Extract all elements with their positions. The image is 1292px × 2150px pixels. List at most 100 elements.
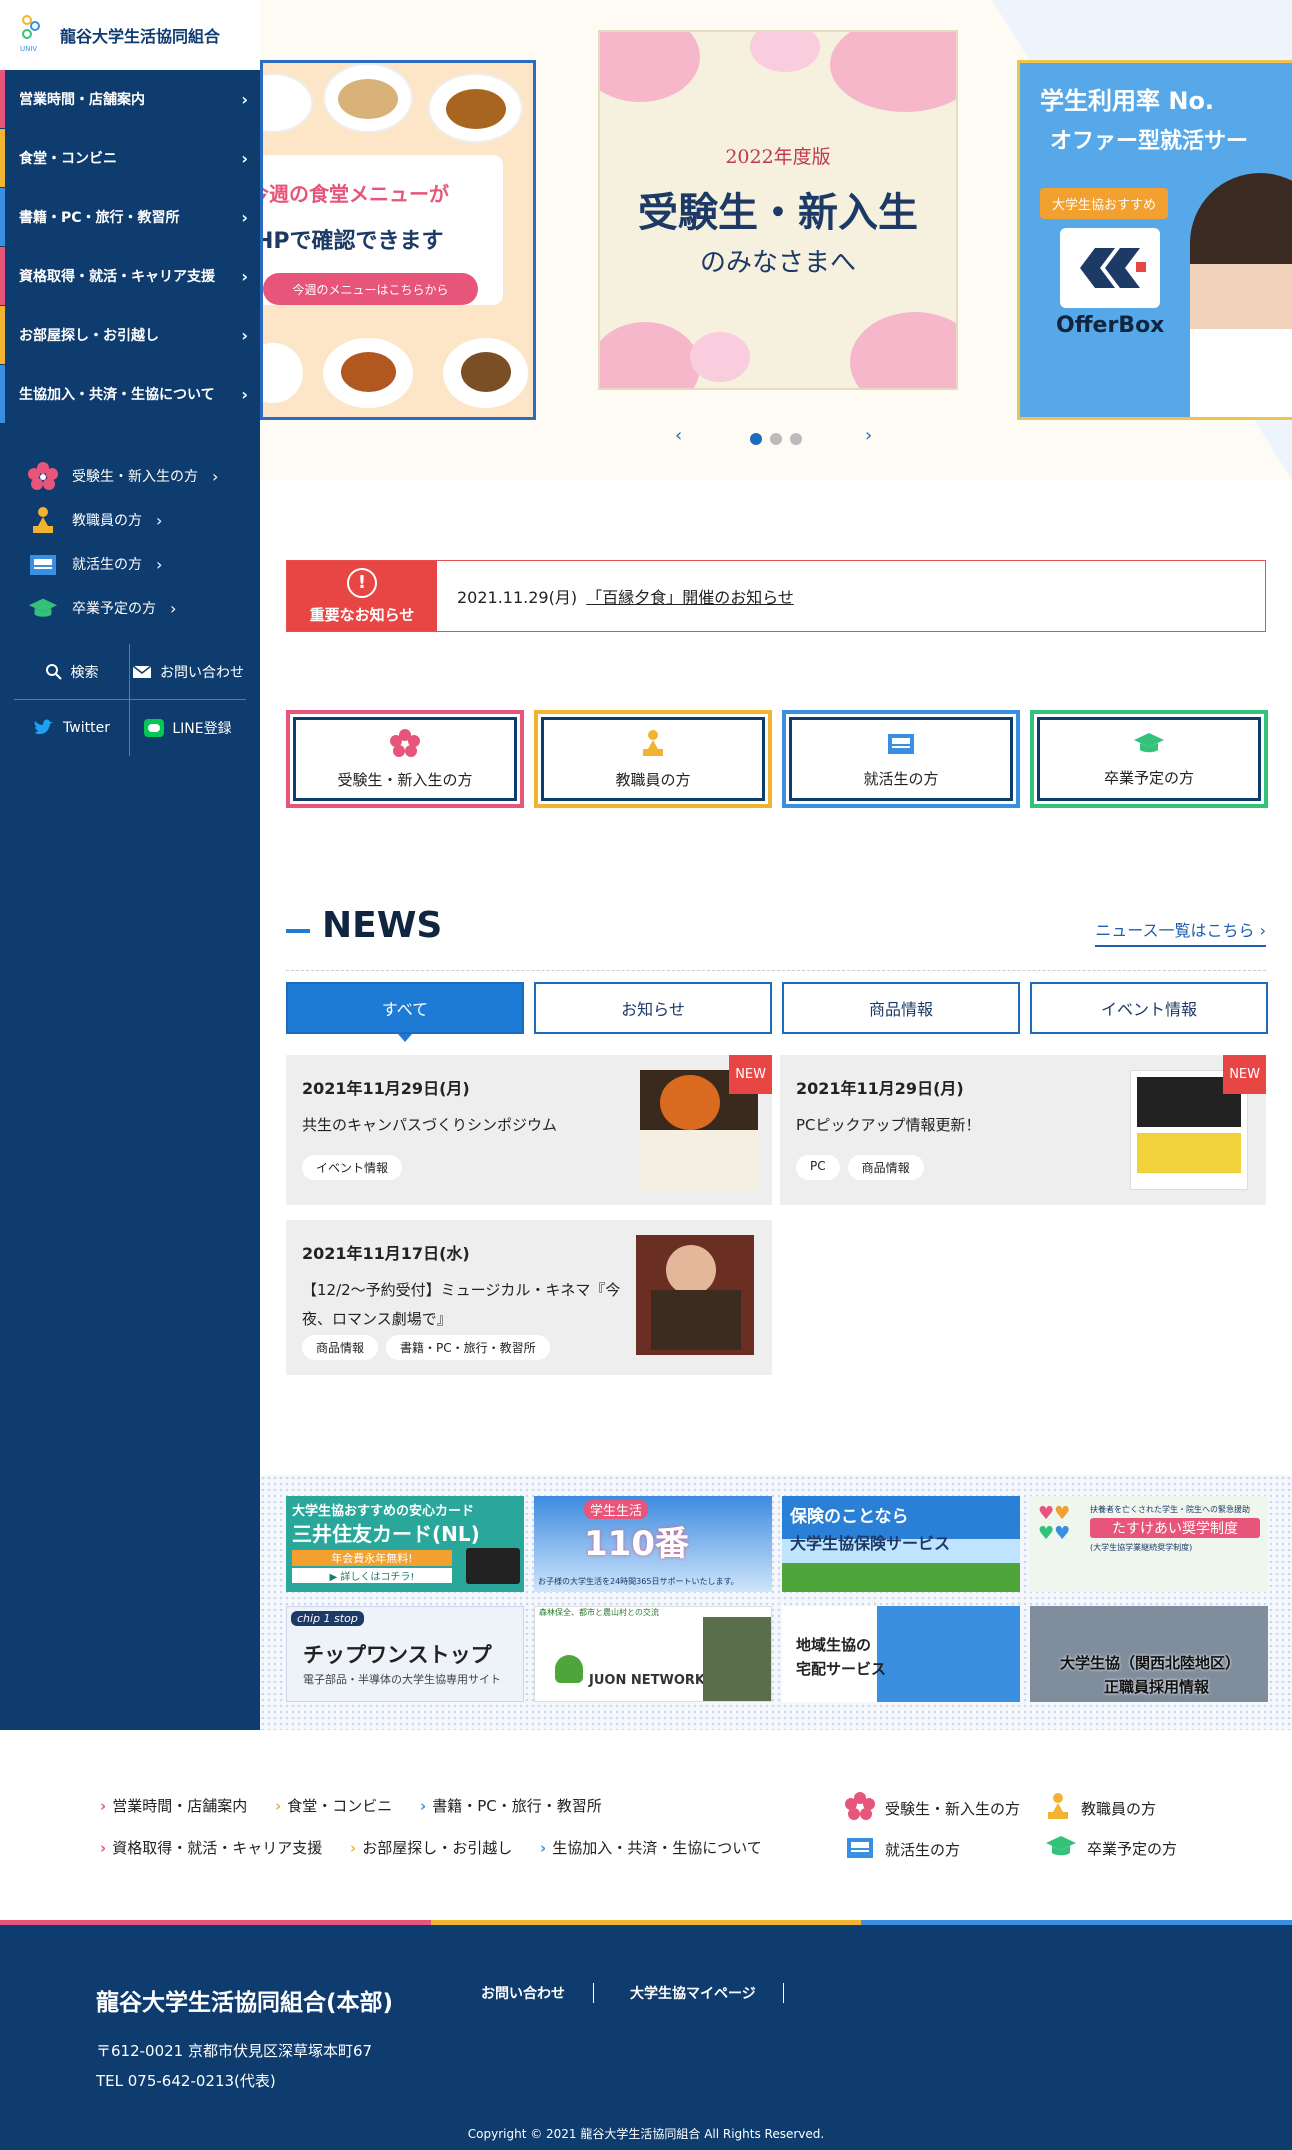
sidebar-category-item[interactable]: 資格取得・就活・キャリア支援 › <box>0 247 260 305</box>
news-tab[interactable]: イベント情報 <box>1030 982 1268 1034</box>
footer-contact-link[interactable]: お問い合わせ <box>481 1983 565 2003</box>
sidebar-user-label: 教職員の方 <box>72 513 142 529</box>
carousel-next-arrow[interactable]: › <box>865 425 872 446</box>
sidebar-category-item[interactable]: お部屋探し・お引越し › <box>0 306 260 364</box>
news-tag[interactable]: 商品情報 <box>302 1335 379 1360</box>
chevron-right-icon: › <box>241 148 248 168</box>
footer-link-label: 資格取得・就活・キャリア支援 <box>112 1839 323 1857</box>
banner-delivery[interactable]: 地域生協の 宅配サービス <box>782 1606 1020 1702</box>
footer-user-link[interactable]: 教職員の方 <box>1045 1792 1156 1824</box>
footer-link-label: お部屋探し・お引越し <box>362 1839 513 1857</box>
news-tab[interactable]: すべて <box>286 982 524 1034</box>
exclamation-icon: ! <box>347 567 377 598</box>
carousel-dot[interactable] <box>790 433 802 445</box>
chevron-right-icon: › <box>241 325 248 345</box>
briefcase-icon <box>845 1834 875 1864</box>
user-type-button[interactable]: 教職員の方 <box>534 710 772 808</box>
footer-user-label: 就活生の方 <box>885 1840 961 1859</box>
banner-text: 大学生協おすすめの安心カード <box>292 1504 475 1519</box>
news-tab[interactable]: お知らせ <box>534 982 772 1034</box>
news-more-link[interactable]: ニュース一覧はこちら › <box>1095 917 1266 947</box>
search-button[interactable]: 検索 <box>14 644 130 700</box>
footer-link[interactable]: › 書籍・PC・旅行・教習所 <box>420 1795 602 1816</box>
sidebar-category-label: 資格取得・就活・キャリア支援 <box>19 269 215 285</box>
footer-mypage-link[interactable]: 大学生協マイページ <box>630 1983 756 2003</box>
sidebar-category-label: 生協加入・共済・生協について <box>19 387 215 403</box>
news-tag[interactable]: 書籍・PC・旅行・教習所 <box>386 1335 550 1360</box>
footer-user-link[interactable]: 卒業予定の方 <box>1045 1834 1177 1862</box>
slide-right-brand: OfferBox <box>1056 313 1165 338</box>
sidebar-category-item[interactable]: 書籍・PC・旅行・教習所 › <box>0 188 260 246</box>
banner-scholarship[interactable]: 扶養者を亡くされた学生・院生への緊急援助 たすけあい奨学制度 (大学生協学業継続… <box>1030 1496 1268 1592</box>
news-card[interactable]: 2021年11月29日(月) PCピックアップ情報更新！ PC 商品情報 NEW <box>780 1055 1266 1205</box>
contact-button[interactable]: お問い合わせ <box>130 644 246 700</box>
carousel-dot[interactable] <box>750 433 762 445</box>
footer-link[interactable]: › お部屋探し・お引越し <box>350 1837 512 1858</box>
footer-user-label: 卒業予定の方 <box>1087 1839 1178 1858</box>
chevron-right-icon: › <box>156 554 163 574</box>
banner-text: 正職員採用情報 <box>1104 1678 1210 1696</box>
site-logo[interactable]: UNIV 龍谷大学生活協同組合 <box>0 0 260 70</box>
news-card[interactable]: 2021年11月17日(水) 【12/2〜予約受付】ミュージカル・キネマ『今夜、… <box>286 1220 772 1375</box>
user-type-button[interactable]: 就活生の方 <box>782 710 1020 808</box>
footer-link[interactable]: › 食堂・コンビニ <box>275 1795 392 1816</box>
user-type-button[interactable]: 受験生・新入生の方 <box>286 710 524 808</box>
important-notice-item: 2021.11.29(月) 「百縁夕食」開催のお知らせ <box>437 584 794 608</box>
footer-link[interactable]: › 営業時間・店舗案内 <box>100 1795 247 1816</box>
news-card[interactable]: 2021年11月29日(月) 共生のキャンパスづくりシンポジウム イベント情報 … <box>286 1055 772 1205</box>
important-notice-link[interactable]: 「百縁夕食」開催のお知らせ <box>586 588 794 607</box>
news-tag[interactable]: PC <box>796 1155 840 1180</box>
contact-label: お問い合わせ <box>160 664 244 681</box>
sidebar-user-item[interactable]: 受験生・新入生の方 › <box>0 454 260 498</box>
line-button[interactable]: LINE登録 <box>130 700 246 756</box>
banner-text: チップワンストップ <box>303 1643 492 1667</box>
banner-text: JUON NETWORK <box>589 1673 705 1688</box>
slide-left-button[interactable]: 今週のメニューはこちらから <box>263 273 478 305</box>
sidebar-user-label: 卒業予定の方 <box>72 601 156 617</box>
sidebar-user-item[interactable]: 卒業予定の方 › <box>0 586 260 630</box>
sidebar-category-item[interactable]: 営業時間・店舗案内 › <box>0 70 260 128</box>
banner-insurance[interactable]: 保険のことなら 大学生協保険サービス <box>782 1496 1020 1592</box>
sidebar: UNIV 龍谷大学生活協同組合 営業時間・店舗案内 › 食堂・コンビニ › 書籍・PC・… <box>0 0 260 1730</box>
slide-offerbox[interactable]: 学生利用率 No. オファー型就活サー 大学生協おすすめ OfferBox <box>1017 60 1292 420</box>
news-tab[interactable]: 商品情報 <box>782 982 1020 1034</box>
important-notice: ! 重要なお知らせ 2021.11.29(月) 「百縁夕食」開催のお知らせ <box>286 560 1266 632</box>
banner-smbc-card[interactable]: 大学生協おすすめの安心カード 三井住友カード(NL) 年会費永年無料! ▶ 詳し… <box>286 1496 524 1592</box>
sidebar-user-item[interactable]: 教職員の方 › <box>0 498 260 542</box>
carousel-dot[interactable] <box>770 433 782 445</box>
user-type-label: 受験生・新入生の方 <box>337 770 473 789</box>
twitter-button[interactable]: Twitter <box>14 700 130 756</box>
hero-carousel: 今週の食堂メニューが HPで確認できます 今週のメニューはこちらから 2022年… <box>260 0 1292 480</box>
cherry-blossom-icon <box>845 1792 875 1824</box>
banner-text: たすけあい奨学制度 <box>1090 1518 1260 1538</box>
banner-text: 大学生協保険サービス <box>790 1534 951 1553</box>
banner-text: 年会費永年無料! <box>292 1550 452 1566</box>
banner-chip1stop[interactable]: chip 1 stop チップワンストップ 電子部品・半導体の大学生協専用サイト <box>286 1606 524 1702</box>
sidebar-user-item[interactable]: 就活生の方 › <box>0 542 260 586</box>
slide-cafeteria-menu[interactable]: 今週の食堂メニューが HPで確認できます 今週のメニューはこちらから <box>260 60 536 420</box>
slide-new-students[interactable]: 2022年度版 受験生・新入生 のみなさまへ <box>598 30 958 390</box>
footer-link[interactable]: › 資格取得・就活・キャリア支援 <box>100 1837 322 1858</box>
footer-user-link[interactable]: 受験生・新入生の方 <box>845 1792 1020 1824</box>
chevron-right-icon: › <box>350 1838 357 1857</box>
sidebar-category-item[interactable]: 生協加入・共済・生協について › <box>0 365 260 423</box>
news-title-text: 【12/2〜予約受付】ミュージカル・キネマ『今夜、ロマンス劇場で』 <box>302 1281 621 1328</box>
news-tag[interactable]: 商品情報 <box>847 1155 924 1180</box>
banner-recruit[interactable]: 大学生協（関西北陸地区） 正職員採用情報 <box>1030 1606 1268 1702</box>
banner-text: 扶養者を亡くされた学生・院生への緊急援助 <box>1090 1505 1250 1514</box>
banner-text: 保険のことなら <box>790 1507 909 1527</box>
graduation-cap-icon <box>1045 1834 1077 1862</box>
news-tag[interactable]: イベント情報 <box>302 1155 403 1180</box>
banner-juon[interactable]: 森林保全、都市と農山村との交流 JUON NETWORK <box>534 1606 772 1702</box>
category-menu: 営業時間・店舗案内 › 食堂・コンビニ › 書籍・PC・旅行・教習所 › 資格取得・就活・キ… <box>0 70 260 423</box>
banner-110[interactable]: 学生生活 110番 お子様の大学生活を24時間365日サポートいたします。 <box>534 1496 772 1592</box>
banner-text: chip 1 stop <box>291 1611 364 1626</box>
news-date: 2021年11月29日(月) <box>302 1079 470 1098</box>
carousel-dots <box>260 433 1292 445</box>
news-tags: PC 商品情報 <box>796 1155 924 1180</box>
footer-user-link[interactable]: 就活生の方 <box>845 1834 960 1864</box>
footer-link[interactable]: › 生協加入・共済・生協について <box>540 1837 762 1858</box>
sidebar-user-label: 就活生の方 <box>72 557 142 573</box>
user-type-button[interactable]: 卒業予定の方 <box>1030 710 1268 808</box>
sidebar-category-item[interactable]: 食堂・コンビニ › <box>0 129 260 187</box>
